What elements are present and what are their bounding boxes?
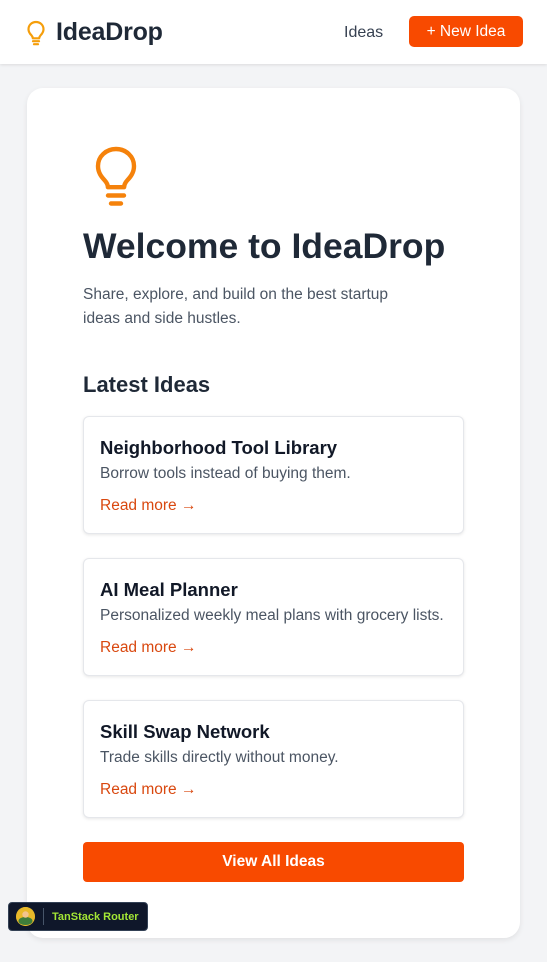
idea-card: Skill Swap Network Trade skills directly… bbox=[83, 700, 464, 818]
view-all-ideas-button[interactable]: View All Ideas bbox=[83, 842, 464, 882]
welcome-card: Welcome to IdeaDrop Share, explore, and … bbox=[27, 88, 520, 938]
read-more-link[interactable]: Read more → bbox=[100, 781, 196, 799]
idea-card: Neighborhood Tool Library Borrow tools i… bbox=[83, 416, 464, 534]
idea-title: Neighborhood Tool Library bbox=[100, 437, 338, 458]
idea-description: Trade skills directly without money. bbox=[100, 749, 339, 766]
devtools-label: TanStack Router bbox=[52, 910, 139, 923]
tanstack-router-devtools-toggle[interactable]: TanStack Router bbox=[8, 902, 148, 931]
new-idea-button[interactable]: + New Idea bbox=[409, 16, 523, 47]
read-more-link[interactable]: Read more → bbox=[100, 497, 196, 515]
divider bbox=[43, 908, 44, 925]
lightbulb-icon bbox=[27, 20, 45, 45]
top-navbar: IdeaDrop Ideas + New Idea bbox=[0, 0, 547, 64]
brand-logo[interactable]: IdeaDrop bbox=[26, 18, 163, 47]
lightbulb-icon bbox=[95, 146, 137, 206]
brand-name: IdeaDrop bbox=[56, 18, 163, 46]
idea-description: Borrow tools instead of buying them. bbox=[100, 465, 351, 482]
latest-ideas-heading: Latest Ideas bbox=[83, 372, 211, 397]
idea-title: AI Meal Planner bbox=[100, 579, 238, 600]
page-subtitle: Share, explore, and build on the best st… bbox=[83, 286, 389, 327]
idea-description: Personalized weekly meal plans with groc… bbox=[100, 607, 444, 624]
idea-card: AI Meal Planner Personalized weekly meal… bbox=[83, 558, 464, 676]
nav-link-ideas[interactable]: Ideas bbox=[344, 24, 383, 42]
tanstack-logo-icon bbox=[16, 907, 35, 926]
read-more-link[interactable]: Read more → bbox=[100, 639, 196, 657]
idea-title: Skill Swap Network bbox=[100, 721, 270, 742]
page-title: Welcome to IdeaDrop bbox=[83, 226, 446, 266]
